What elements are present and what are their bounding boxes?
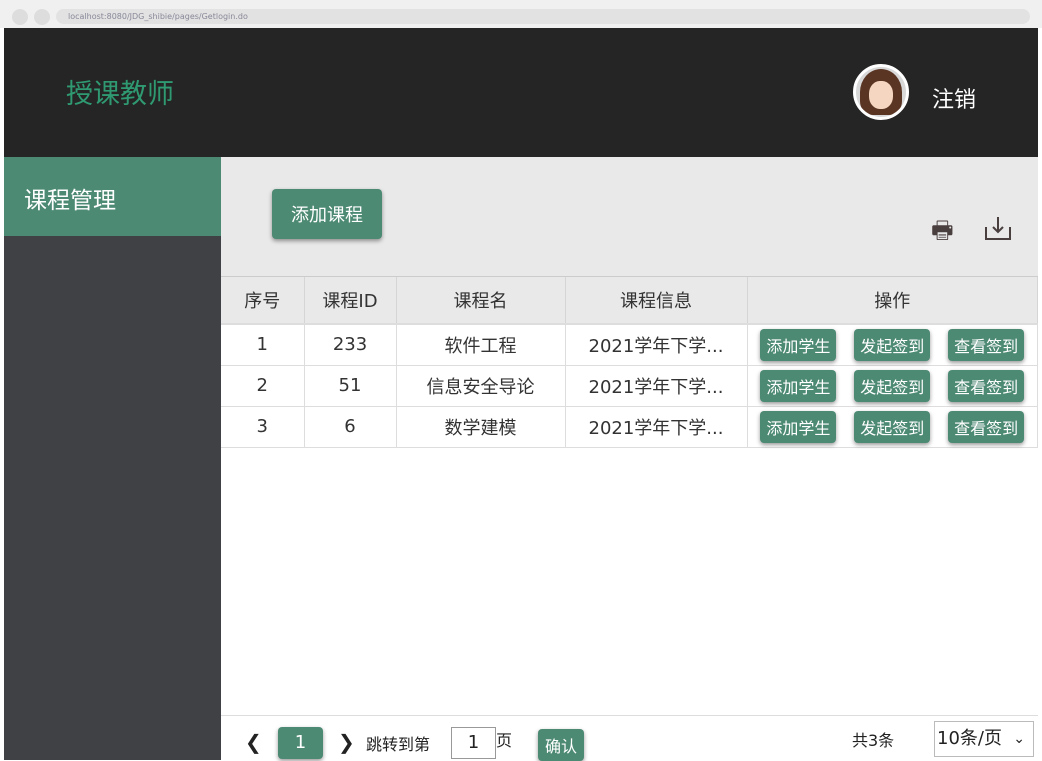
page-title: 授课教师 <box>66 79 174 110</box>
browser-chrome: localhost:8080/JDG_shibie/pages/Getlogin… <box>0 0 1042 28</box>
column-header: 课程ID <box>304 277 397 325</box>
jump-page-input[interactable]: 1 <box>451 727 496 759</box>
cell-actions: 添加学生 发起签到 查看签到 <box>747 406 1038 448</box>
prev-page-icon[interactable]: ❮ <box>245 730 262 754</box>
cell-actions: 添加学生 发起签到 查看签到 <box>747 324 1038 366</box>
course-table: 序号 课程ID 课程名 课程信息 操作 1 233 软件工程 2021学年下学.… <box>221 277 1038 448</box>
add-student-button[interactable]: 添加学生 <box>760 369 837 402</box>
print-icon[interactable]: 🖶 <box>931 213 954 254</box>
add-student-button[interactable]: 添加学生 <box>760 328 837 361</box>
view-checkin-button[interactable]: 查看签到 <box>948 328 1025 361</box>
table-row: 1 233 软件工程 2021学年下学... 添加学生 发起签到 查看签到 <box>221 324 1038 366</box>
add-student-button[interactable]: 添加学生 <box>760 410 837 443</box>
cell-no: 3 <box>221 406 305 448</box>
page-size-value: 10条/页 <box>937 728 1002 749</box>
total-count: 共3条 <box>852 731 895 750</box>
table-row: 3 6 数学建模 2021学年下学... 添加学生 发起签到 查看签到 <box>221 406 1038 448</box>
sidebar-item-course-management[interactable]: 课程管理 <box>4 157 221 236</box>
cell-course-info: 2021学年下学... <box>565 365 748 407</box>
logout-button[interactable]: 注销 <box>932 82 976 114</box>
cell-no: 2 <box>221 365 305 407</box>
confirm-button[interactable]: 确认 <box>538 729 584 761</box>
chevron-down-icon: ⌄ <box>1013 731 1025 747</box>
page-size-select[interactable]: 10条/页 ⌄ <box>934 721 1034 757</box>
view-checkin-button[interactable]: 查看签到 <box>948 410 1025 443</box>
window-button[interactable] <box>12 9 28 25</box>
cell-course-name: 信息安全导论 <box>396 365 566 407</box>
column-header: 课程信息 <box>565 277 748 325</box>
cell-course-info: 2021学年下学... <box>565 324 748 366</box>
cell-no: 1 <box>221 324 305 366</box>
jump-label: 跳转到第 <box>366 735 431 754</box>
pagination: ❮ 1 ❯ 跳转到第 1 页 确认 共3条 10条/页 ⌄ <box>221 715 1038 761</box>
start-checkin-button[interactable]: 发起签到 <box>854 369 931 402</box>
add-course-button[interactable]: 添加课程 <box>272 189 382 239</box>
view-checkin-button[interactable]: 查看签到 <box>948 369 1025 402</box>
column-header: 操作 <box>747 277 1038 325</box>
cell-course-id: 6 <box>304 406 397 448</box>
page-suffix: 页 <box>496 731 513 750</box>
cell-course-id: 233 <box>304 324 397 366</box>
toolbar: 添加课程 🖶 <box>221 157 1038 277</box>
sidebar: 课程管理 <box>4 157 221 760</box>
column-header: 课程名 <box>396 277 566 325</box>
cell-actions: 添加学生 发起签到 查看签到 <box>747 365 1038 407</box>
window-button[interactable] <box>34 9 50 25</box>
start-checkin-button[interactable]: 发起签到 <box>854 410 931 443</box>
start-checkin-button[interactable]: 发起签到 <box>854 328 931 361</box>
cell-course-id: 51 <box>304 365 397 407</box>
download-icon[interactable] <box>984 215 1012 241</box>
cell-course-info: 2021学年下学... <box>565 406 748 448</box>
column-header: 序号 <box>221 277 305 325</box>
next-page-icon[interactable]: ❯ <box>338 730 355 754</box>
page-button-current[interactable]: 1 <box>278 727 323 759</box>
cell-course-name: 数学建模 <box>396 406 566 448</box>
avatar[interactable] <box>853 64 909 120</box>
cell-course-name: 软件工程 <box>396 324 566 366</box>
table-row: 2 51 信息安全导论 2021学年下学... 添加学生 发起签到 查看签到 <box>221 365 1038 407</box>
header: 授课教师 注销 <box>4 28 1038 157</box>
address-bar[interactable]: localhost:8080/JDG_shibie/pages/Getlogin… <box>56 9 1030 24</box>
